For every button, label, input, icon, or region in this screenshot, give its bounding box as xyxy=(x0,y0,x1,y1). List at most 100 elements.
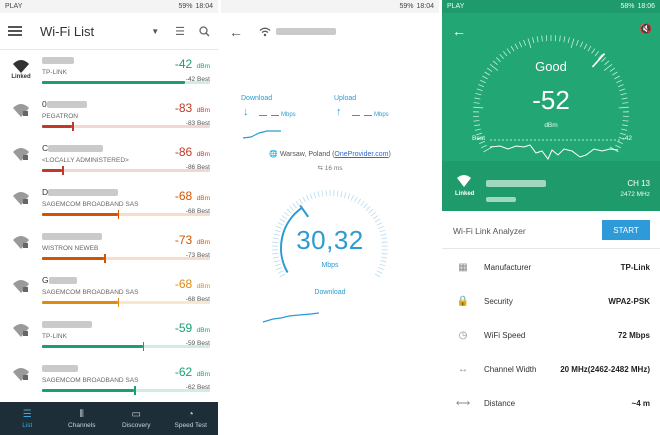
nav-label: Discovery xyxy=(121,421,151,429)
signal-bar xyxy=(42,254,210,263)
list-item[interactable]: 0 PEGATRON -83 dBm -83 Best xyxy=(0,94,218,138)
signal-gauge xyxy=(473,35,629,153)
channel-label: CH 13 xyxy=(627,179,650,188)
page-title: Wi-Fi List xyxy=(40,23,95,39)
list-item[interactable]: D SAGEMCOM BROADBAND SAS -68 dBm -68 Bes… xyxy=(0,182,218,226)
network-name-redacted xyxy=(42,233,102,241)
app-bar: Wi-Fi List ▼ ☰ xyxy=(0,13,218,50)
property-label: Channel Width xyxy=(484,364,537,374)
ping-row: ⇆ 16 ms xyxy=(221,164,439,172)
signal-bar-fill xyxy=(42,345,143,348)
provider-link[interactable]: OneProvider.com xyxy=(334,151,388,158)
property-value: 20 MHz(2462-2482 MHz) xyxy=(560,364,650,374)
carrier-label: PLAY xyxy=(5,3,23,10)
dbm-unit: dBm xyxy=(196,195,210,202)
dbm-value: -83 xyxy=(174,101,193,115)
signal-bar xyxy=(42,342,210,351)
signal-strength: -83 dBm -83 Best xyxy=(175,99,210,127)
signal-strength: -59 dBm -59 Best xyxy=(175,319,210,347)
link-detail-screen: PLAY 58% 18:06 ← 🔇 Good -52 dBm Best -42… xyxy=(442,0,660,435)
sort-icon[interactable]: ☰ xyxy=(175,25,185,38)
property-row-manufacturer: ▦ Manufacturer TP-Link xyxy=(442,250,660,284)
signal-strength: -73 dBm -73 Best xyxy=(175,231,210,259)
property-value: 72 Mbps xyxy=(617,330,650,340)
nav-item-discovery[interactable]: ▭ Discovery xyxy=(109,402,164,435)
list-item[interactable]: WISTRON NEWEB -73 dBm -73 Best xyxy=(0,226,218,270)
time-label: 18:04 xyxy=(195,3,213,10)
nav-item-speed-test[interactable]: ◔ Speed Test xyxy=(164,402,219,435)
start-button[interactable]: START xyxy=(602,220,650,240)
wifi-signal-icon xyxy=(8,279,34,293)
network-info: 0 PEGATRON -83 dBm -83 Best xyxy=(42,99,210,131)
list-item[interactable]: Linked TP-LINK -42 dBm -42 Best xyxy=(0,50,218,94)
linked-label: Linked xyxy=(11,74,31,80)
dbm-value: -86 xyxy=(174,145,193,159)
width-icon: ↔ xyxy=(458,363,468,375)
signal-bar-fill xyxy=(42,125,73,128)
dropdown-caret-icon[interactable]: ▼ xyxy=(151,27,159,36)
status-bar: PLAY 58% 18:06 xyxy=(442,0,660,13)
network-name-redacted xyxy=(48,189,119,197)
back-arrow-icon[interactable]: ← xyxy=(229,24,243,40)
signal-quality: Good xyxy=(535,59,567,74)
analyzer-row: Wi-Fi Link Analyzer START xyxy=(442,211,660,249)
dbm-unit: dBm xyxy=(196,239,210,246)
network-name-redacted xyxy=(42,321,92,329)
wifi-signal-icon xyxy=(8,103,34,117)
list-item[interactable]: G SAGEMCOM BROADBAND SAS -68 dBm -68 Bes… xyxy=(0,270,218,314)
signal-bar-marker xyxy=(62,166,64,175)
signal-bar xyxy=(42,298,210,307)
upload-dash xyxy=(364,115,372,116)
network-title xyxy=(259,27,336,37)
speedometer-icon: ◔ xyxy=(187,408,194,420)
signal-strength: -68 dBm -68 Best xyxy=(175,187,210,215)
list-item[interactable]: C <LOCALLY ADMINISTERED> -86 dBm -86 Bes… xyxy=(0,138,218,182)
best-value: -42 xyxy=(622,135,632,142)
menu-icon[interactable] xyxy=(8,26,22,36)
property-label: Manufacturer xyxy=(484,262,532,272)
property-value: WPA2-PSK xyxy=(608,296,650,306)
lock-icon: 🔒 xyxy=(456,295,470,307)
list-item[interactable]: SAGEMCOM BROADBAND SAS -62 dBm -62 Best xyxy=(0,358,218,402)
dbm-unit: dBm xyxy=(196,283,210,290)
nav-label: Speed Test xyxy=(174,421,207,429)
status-bar: 59% 18:04 xyxy=(221,0,439,13)
dbm-unit: dBm xyxy=(196,327,210,334)
download-unit: Mbps xyxy=(281,112,296,118)
upload-dash xyxy=(352,115,360,116)
dbm-value: -68 xyxy=(174,277,193,291)
signal-bar-marker xyxy=(142,342,145,351)
best-label: Best xyxy=(472,135,486,142)
wifi-signal-icon xyxy=(8,191,34,205)
nav-item-list[interactable]: ☰ List xyxy=(0,402,55,435)
test-mode-label: Download xyxy=(314,289,346,296)
signal-bar-fill xyxy=(42,257,105,260)
battery-label: 59% xyxy=(399,3,414,10)
list-item[interactable]: TP-LINK -59 dBm -59 Best xyxy=(0,314,218,358)
network-list: Linked TP-LINK -42 dBm -42 Best 0 PEGATR… xyxy=(0,50,218,402)
search-icon[interactable] xyxy=(199,25,210,37)
wifi-lock-icon xyxy=(457,175,471,187)
discovery-icon: ▭ xyxy=(131,408,141,420)
signal-strength: -62 dBm -62 Best xyxy=(175,363,210,391)
gauge-icon: ◷ xyxy=(458,329,468,341)
channels-icon: ⫴ xyxy=(79,408,84,420)
property-value: ~4 m xyxy=(631,398,650,408)
signal-bar-marker xyxy=(117,298,120,307)
frequency-label: 2472 MHz xyxy=(620,191,650,198)
signal-bar-marker xyxy=(104,254,106,263)
nav-label: List xyxy=(22,421,33,429)
globe-icon: 🌐 xyxy=(269,151,278,158)
linked-network-row[interactable]: Linked CH 13 2472 MHz xyxy=(442,161,660,211)
wifi-signal-icon xyxy=(8,147,34,161)
network-info: TP-LINK -42 dBm -42 Best xyxy=(42,55,210,84)
speed-test-screen: 59% 18:04 ← Download ↓ Mbps Upload ↑ Mbp… xyxy=(221,0,439,435)
distance-icon: ⟷ xyxy=(455,397,471,409)
status-bar: PLAY 59% 18:04 xyxy=(0,0,218,13)
dbm-value: -59 xyxy=(174,321,193,335)
nav-item-channels[interactable]: ⫴ Channels xyxy=(55,402,110,435)
network-info: SAGEMCOM BROADBAND SAS -62 dBm -62 Best xyxy=(42,363,210,395)
signal-bar-marker xyxy=(117,210,120,219)
network-info: TP-LINK -59 dBm -59 Best xyxy=(42,319,210,351)
download-arrow-icon: ↓ xyxy=(243,106,249,118)
